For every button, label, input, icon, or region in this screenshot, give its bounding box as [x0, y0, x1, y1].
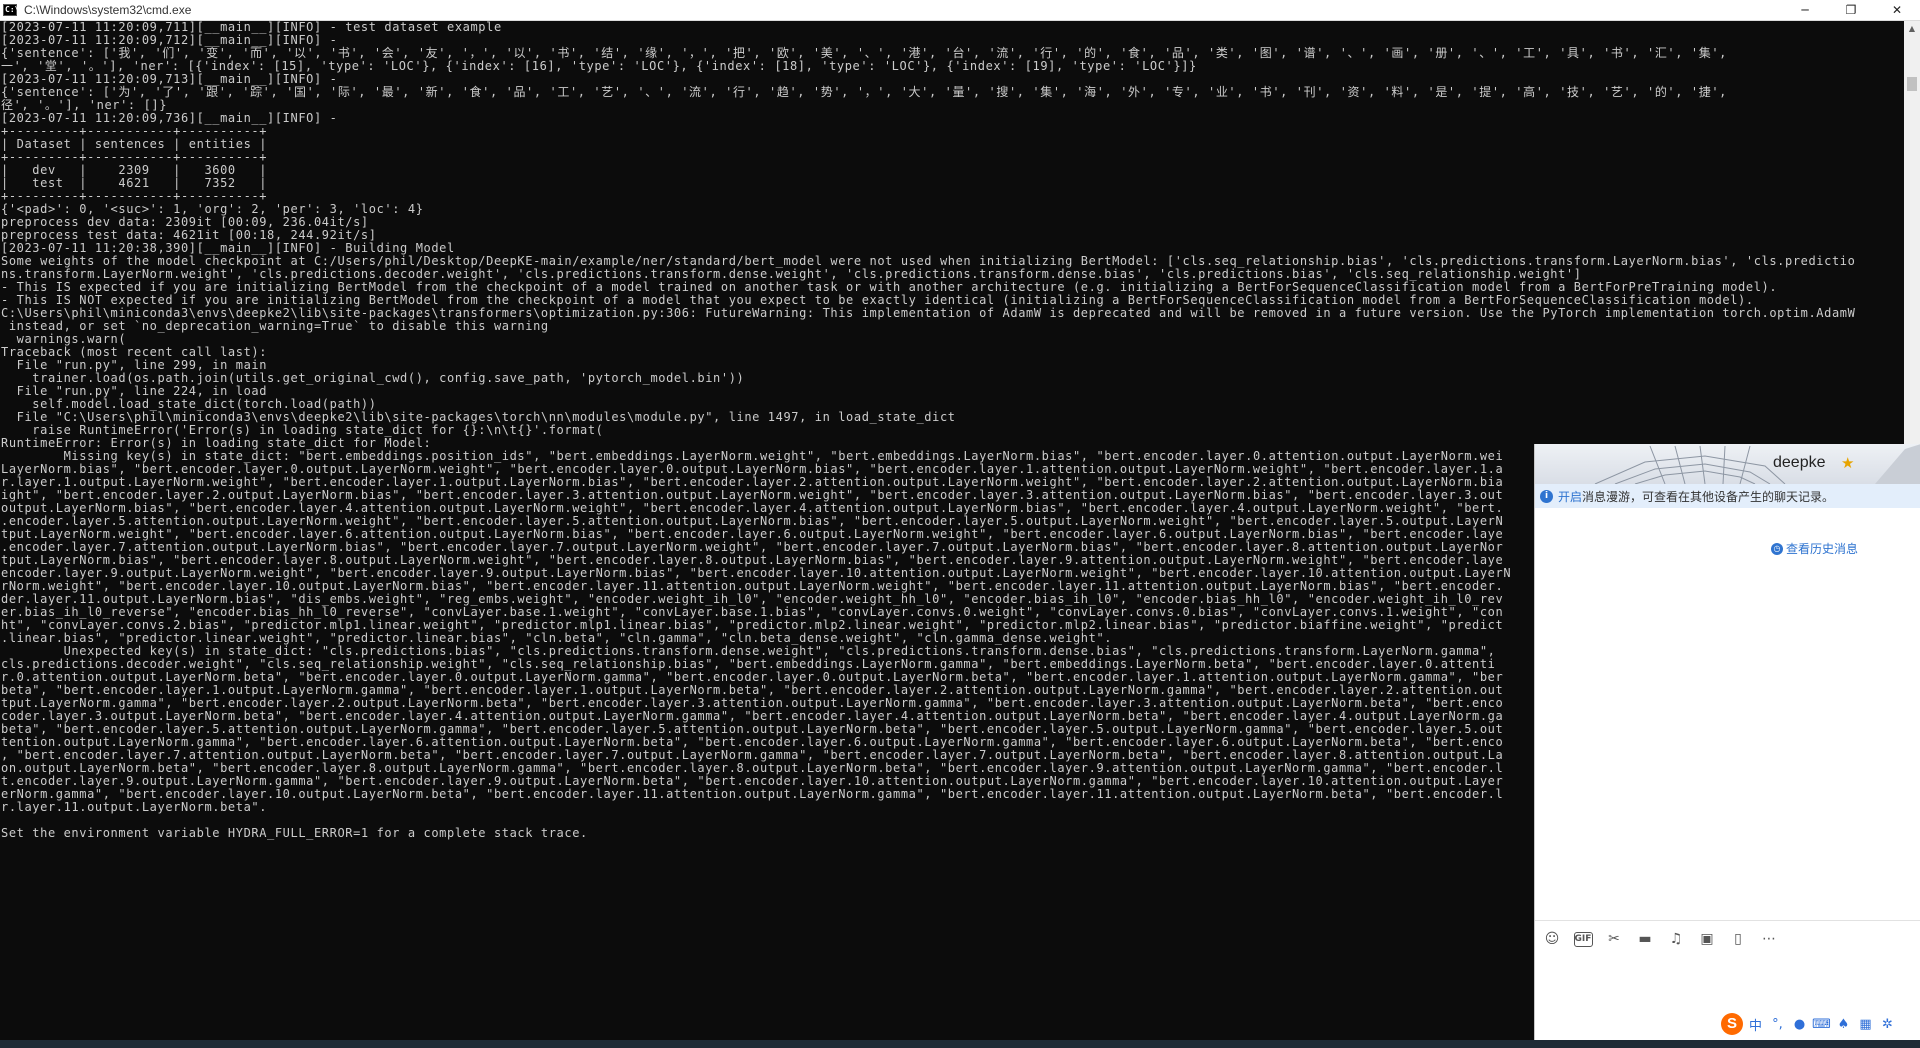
keyboard-icon[interactable]: ⌨ [1812, 1017, 1831, 1032]
punctuation-icon[interactable]: °, [1768, 1017, 1787, 1032]
taskbar[interactable] [0, 1040, 1920, 1048]
phone-icon[interactable]: ▯ [1727, 928, 1749, 950]
emoji-icon[interactable]: ☺ [1541, 928, 1563, 950]
close-icon: ✕ [1891, 3, 1903, 17]
scrollbar-thumb[interactable] [1907, 77, 1917, 91]
chat-input-toolbar: ☺ GIF ✂ ▬ ♫ ▣ ▯ ⋯ [1541, 928, 1780, 950]
ime-mode-toggle[interactable]: 中 [1746, 1015, 1765, 1034]
view-history-link[interactable]: ◷ 查看历史消息 [1771, 540, 1858, 557]
minimize-button[interactable]: ─ [1782, 0, 1828, 20]
folder-icon[interactable]: ▬ [1634, 928, 1656, 950]
input-divider [1535, 920, 1920, 921]
microphone-icon[interactable]: ● [1790, 1017, 1809, 1032]
chat-contact-name[interactable]: deepke [1773, 454, 1826, 472]
scroll-up-icon[interactable]: ▲ [1904, 21, 1920, 37]
vip-star-icon: ★ [1841, 455, 1855, 472]
maximize-button[interactable]: ❐ [1828, 0, 1874, 20]
skin-icon[interactable]: ♠ [1834, 1017, 1853, 1032]
ime-toolbar[interactable]: S 中 °, ● ⌨ ♠ ▦ ✲ [1718, 1012, 1920, 1036]
view-history-label: 查看历史消息 [1786, 542, 1859, 556]
close-button[interactable]: ✕ [1874, 0, 1920, 20]
gif-icon: GIF [1573, 931, 1593, 947]
maximize-icon: ❐ [1845, 3, 1857, 17]
cmd-icon: C:\ [3, 4, 20, 16]
image-icon[interactable]: ▣ [1696, 928, 1718, 950]
sogou-icon[interactable]: S [1721, 1013, 1743, 1035]
scissors-icon[interactable]: ✂ [1603, 928, 1625, 950]
minimize-icon: ─ [1801, 3, 1809, 17]
roaming-notice-bar: i 开启 消息漫游，可查看在其他设备产生的聊天记录。 [1535, 484, 1920, 508]
enable-roaming-link[interactable]: 开启 [1558, 488, 1582, 505]
chat-header[interactable]: deepke ★ [1535, 444, 1920, 484]
music-icon[interactable]: ♫ [1665, 928, 1687, 950]
gif-button[interactable]: GIF [1572, 928, 1594, 950]
chat-window[interactable]: deepke ★ i 开启 消息漫游，可查看在其他设备产生的聊天记录。 ◷ 查看… [1534, 444, 1920, 1048]
roaming-notice-text: 消息漫游，可查看在其他设备产生的聊天记录。 [1582, 489, 1835, 504]
window-title: C:\Windows\system32\cmd.exe [24, 3, 192, 17]
grid-icon[interactable]: ▦ [1856, 1017, 1875, 1032]
chat-header-banner [1594, 444, 1920, 484]
settings-icon[interactable]: ✲ [1878, 1017, 1897, 1032]
more-icon[interactable]: ⋯ [1758, 928, 1780, 950]
info-icon: i [1540, 489, 1553, 503]
history-clock-icon: ◷ [1771, 542, 1783, 555]
window-title-bar[interactable]: C:\ C:\Windows\system32\cmd.exe ─ ❐ ✕ [0, 0, 1920, 21]
